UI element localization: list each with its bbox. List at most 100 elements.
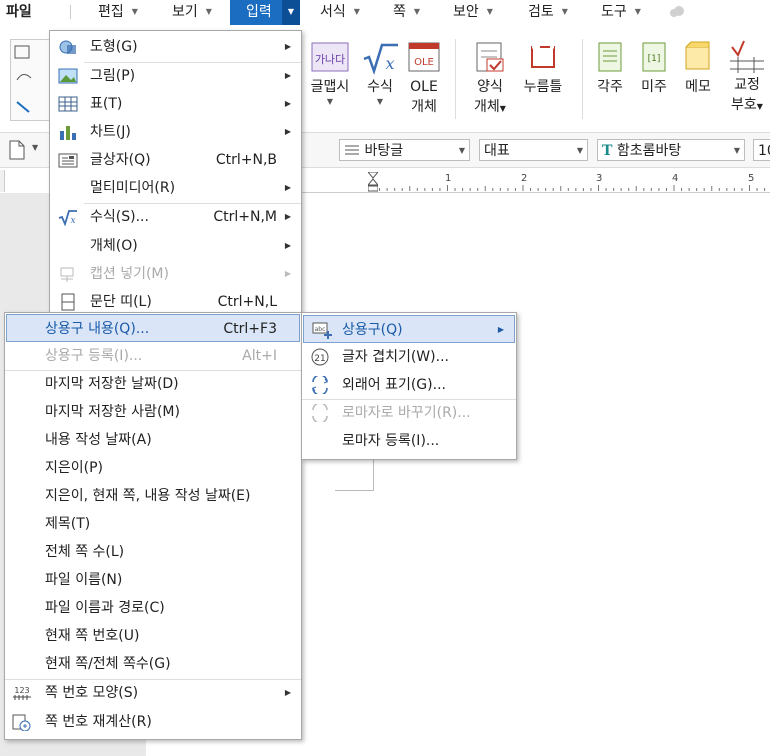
menu-edit[interactable]: 편집 ▼ (98, 0, 138, 25)
footnote-icon (598, 42, 622, 72)
menu-view-label: 보기 (172, 4, 198, 20)
click-here-field-button[interactable]: 누름틀 (520, 25, 566, 97)
menu-item-shortcut: Ctrl+N,M (213, 209, 277, 225)
menu-page[interactable]: 쪽 ▼ (393, 0, 420, 25)
form-object-button[interactable]: 양식 개체▼ (468, 25, 512, 119)
menu-item-label: 로마자 등록(I)... (342, 433, 440, 449)
font-size-select[interactable]: 10 (753, 139, 770, 161)
margin-guide-v (373, 455, 374, 491)
menu-item-textbox[interactable]: 글상자(Q) Ctrl+N,B (50, 146, 301, 174)
svg-text:x: x (385, 54, 394, 73)
chevron-down-icon: ▼ (634, 7, 641, 16)
menu-item-table[interactable]: 표(T) ▶ (50, 90, 301, 118)
proofreading-mark-button[interactable]: 교정 부호▼ (724, 25, 770, 117)
endnote-button[interactable]: [1] 미주 (636, 25, 672, 97)
menu-item-label: 멀티미디어(R) (90, 180, 176, 196)
chevron-down-icon[interactable]: ▼ (282, 0, 300, 25)
language-value: 대표 (484, 143, 510, 159)
menu-item-romanize-register[interactable]: 로마자 등록(I)... (302, 427, 516, 455)
ruler-label-4: 4 (672, 173, 679, 184)
menu-item-object[interactable]: 개체(O) ▶ (50, 232, 301, 260)
caption-icon (60, 267, 74, 282)
chevron-down-icon: ▼ (486, 7, 493, 16)
shape-tools-icon[interactable] (11, 40, 49, 120)
menu-insert-label: 입력 (246, 4, 272, 20)
chevron-down-icon: ▼ (561, 7, 568, 16)
wordart-button[interactable]: 가나다 글맵시 ▼ (306, 25, 354, 107)
click-here-field-label: 누름틀 (523, 79, 563, 95)
menu-item-loanword[interactable]: 외래어 표기(G)... (302, 371, 516, 399)
chevron-down-icon: ▼ (205, 7, 212, 16)
menu-separator (70, 5, 71, 19)
auto-text-menu: 상용구 내용(Q)... Ctrl+F3 상용구 등록(I)... Alt+I … (4, 312, 302, 740)
menu-file[interactable]: 파일 (6, 0, 32, 25)
ruler-label-1: 1 (445, 173, 452, 184)
menu-item-picture[interactable]: 그림(P) ▶ (50, 62, 301, 90)
paragraph-style-icon (345, 145, 359, 155)
cloud-icon[interactable] (668, 5, 686, 19)
menu-item-created-date[interactable]: 내용 작성 날짜(A) (5, 426, 301, 454)
font-select[interactable]: T 함초롬바탕 ▼ (597, 139, 745, 161)
chevron-down-icon[interactable]: ▼ (32, 143, 38, 152)
menu-item-page-number-format[interactable]: 123 쪽 번호 모양(S) ▶ (5, 679, 301, 707)
menu-item-file-name[interactable]: 파일 이름(N) (5, 566, 301, 594)
endnote-label: 미주 (641, 79, 667, 95)
paragraph-style-select[interactable]: 바탕글 ▼ (339, 139, 470, 161)
ruler-label-5: 5 (748, 173, 755, 184)
menu-security[interactable]: 보안 ▼ (453, 0, 493, 25)
new-document-icon[interactable] (6, 139, 28, 161)
menu-item-current-page[interactable]: 현재 쪽 번호(U) (5, 622, 301, 650)
ole-object-button[interactable]: OLE OLE 개체 (404, 25, 444, 117)
equation-button[interactable]: x 수식 ▼ (358, 25, 402, 107)
table-icon (58, 96, 78, 112)
menu-item-label: 내용 작성 날짜(A) (45, 432, 152, 448)
menu-item-shape[interactable]: 도형(G) ▶ (50, 33, 301, 61)
submenu-arrow-icon: ▶ (284, 183, 291, 192)
indent-marker[interactable] (366, 171, 380, 192)
menu-item-page-renumber[interactable]: 쪽 번호 재계산(R) (5, 708, 301, 736)
submenu-arrow-icon: ▶ (284, 212, 291, 221)
menu-review[interactable]: 검토 ▼ (528, 0, 568, 25)
memo-button[interactable]: 메모 (680, 25, 716, 97)
menu-item-insert-caption: 캡션 넣기(M) ▶ (50, 260, 301, 288)
menu-edit-label: 편집 (98, 4, 124, 20)
menu-item-total-pages[interactable]: 전체 쪽 수(L) (5, 538, 301, 566)
menu-item-label: 상용구 내용(Q)... (45, 321, 150, 337)
insert-menu: 도형(G) ▶ 그림(P) ▶ 표(T) ▶ 차트(J) ▶ 글상자(Q) Ct… (49, 30, 302, 317)
menu-item-label: 그림(P) (90, 68, 136, 84)
menu-item-current-total-pages[interactable]: 현재 쪽/전체 쪽수(G) (5, 650, 301, 678)
menu-item-author-page-date[interactable]: 지은이, 현재 쪽, 내용 작성 날짜(E) (5, 482, 301, 510)
menu-insert[interactable]: 입력 ▼ (230, 0, 300, 25)
submenu-arrow-icon: ▶ (284, 688, 291, 697)
menu-item-char-overlap[interactable]: 21 글자 겹치기(W)... (302, 343, 516, 371)
menu-tools[interactable]: 도구 ▼ (601, 0, 641, 25)
romanize-icon (312, 404, 328, 422)
menu-item-auto-text-content[interactable]: 상용구 내용(Q)... Ctrl+F3 (6, 314, 300, 342)
ole-label-2: 개체 (411, 99, 437, 115)
menu-item-auto-text[interactable]: abc 상용구(Q) ▶ (303, 315, 515, 343)
menu-item-label: 상용구(Q) (342, 322, 403, 338)
menu-item-auto-text-register: 상용구 등록(I)... Alt+I (5, 342, 301, 370)
menu-item-chart[interactable]: 차트(J) ▶ (50, 118, 301, 146)
menu-item-last-saved-by[interactable]: 마지막 저장한 사람(M) (5, 398, 301, 426)
menu-item-last-saved-date[interactable]: 마지막 저장한 날짜(D) (5, 370, 301, 398)
chevron-down-icon: ▼ (413, 7, 421, 16)
menu-format[interactable]: 서식 ▼ (320, 0, 360, 25)
menu-tools-label: 도구 (601, 4, 627, 20)
menu-item-label: 지은이(P) (45, 460, 104, 476)
chevron-down-icon: ▼ (376, 97, 384, 106)
language-select[interactable]: 대표 ▼ (479, 139, 588, 161)
menu-item-equation[interactable]: x 수식(S)... Ctrl+N,M ▶ (50, 203, 301, 231)
menu-item-author[interactable]: 지은이(P) (5, 454, 301, 482)
ole-label-1: OLE (410, 79, 438, 95)
menu-format-label: 서식 (320, 4, 346, 20)
menu-view[interactable]: 보기 ▼ (172, 0, 212, 25)
proofreading-label-1: 교정 (734, 77, 760, 93)
equation-icon: x (363, 43, 398, 75)
menu-item-file-path[interactable]: 파일 이름과 경로(C) (5, 594, 301, 622)
chevron-down-icon: ▼ (576, 146, 583, 155)
footnote-button[interactable]: 각주 (592, 25, 628, 97)
horizontal-ruler[interactable]: 1 2 3 4 5 (300, 170, 770, 193)
menu-item-title[interactable]: 제목(T) (5, 510, 301, 538)
menu-item-multimedia[interactable]: 멀티미디어(R) ▶ (50, 174, 301, 202)
